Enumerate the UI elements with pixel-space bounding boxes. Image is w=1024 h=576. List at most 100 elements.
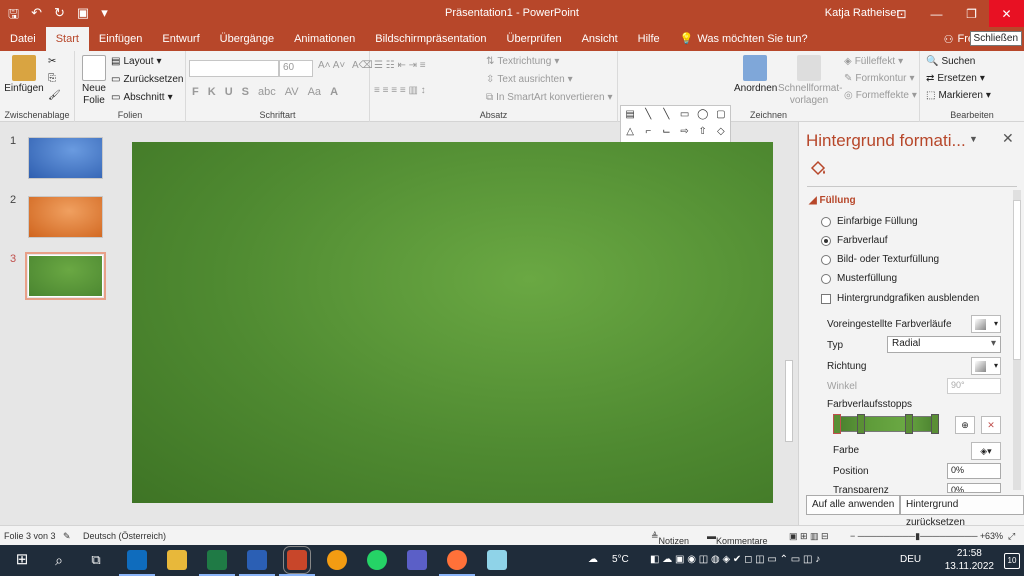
weather-temp[interactable]: 5°C xyxy=(612,554,629,565)
shadow-button[interactable]: S xyxy=(242,86,249,98)
pane-close-icon[interactable]: ✕ xyxy=(1002,130,1014,147)
textbox-shape-icon[interactable]: ▤ xyxy=(621,106,639,123)
font-size-combo[interactable]: 60 xyxy=(279,60,313,77)
tray-icons[interactable]: ◧ ☁ ▣ ◉ ◫ ◍ ◈ ✔ ◻ ◫ ▭ ⌃ ▭ ◫ ♪ xyxy=(650,554,820,565)
line-shape-icon[interactable]: ╲ xyxy=(639,106,657,123)
spellcheck-icon[interactable]: ✎ xyxy=(63,531,71,542)
input-language[interactable]: DEU xyxy=(900,554,921,565)
shape-outline-button[interactable]: ✎ Formkontur ▾ xyxy=(844,73,915,84)
tab-uebergaenge[interactable]: Übergänge xyxy=(210,27,284,51)
firefox-icon[interactable] xyxy=(439,550,475,576)
gradient-stop-handle[interactable] xyxy=(931,414,939,434)
ribbon-options-icon[interactable]: ⊡ xyxy=(884,0,919,27)
normal-view-icon[interactable]: ▣ ⊞ ▥ ⊟ xyxy=(789,531,829,542)
slide-canvas[interactable] xyxy=(132,142,773,503)
replace-button[interactable]: ⇄ Ersetzen ▾ xyxy=(926,73,985,84)
triangle-shape-icon[interactable]: △ xyxy=(621,123,639,140)
tab-einfuegen[interactable]: Einfügen xyxy=(89,27,152,51)
hide-graphics-checkbox[interactable]: Hintergrundgrafiken ausblenden xyxy=(821,293,979,304)
shape-effects-button[interactable]: ◎ Formeffekte ▾ xyxy=(844,90,917,101)
shape-icon[interactable]: ◇ xyxy=(712,123,730,140)
arrow-up-shape-icon[interactable]: ⇧ xyxy=(694,123,712,140)
search-icon[interactable]: ⌕ xyxy=(49,550,69,570)
arrange-button[interactable]: Anordnen xyxy=(734,55,777,95)
arrow-right-shape-icon[interactable]: ⇨ xyxy=(675,123,693,140)
preset-gradients-dropdown[interactable]: ▾ xyxy=(971,315,1001,333)
pane-options-icon[interactable]: ▼ xyxy=(969,134,978,144)
reset-background-button[interactable]: Hintergrund zurücksetzen xyxy=(900,495,1024,528)
notification-badge[interactable]: 10 xyxy=(1004,553,1020,569)
select-button[interactable]: ⬚ Markieren ▾ xyxy=(926,90,991,101)
underline-button[interactable]: U xyxy=(225,86,233,98)
layout-button[interactable]: ▤ Layout ▾ xyxy=(111,56,162,67)
cut-icon[interactable]: ✂ xyxy=(48,56,56,67)
tab-bildschirmpraesentation[interactable]: Bildschirmpräsentation xyxy=(365,27,496,51)
close-button[interactable]: ✕ xyxy=(989,0,1024,27)
position-spinner[interactable]: 0% xyxy=(947,463,1001,479)
radio-gradient-fill[interactable]: Farbverlauf xyxy=(821,235,888,246)
weather-icon[interactable]: ☁ xyxy=(588,554,598,565)
minimize-button[interactable]: — xyxy=(919,0,954,27)
gradient-stop-handle[interactable] xyxy=(833,414,841,434)
zoom-slider[interactable]: − ─────────▮───────── + xyxy=(850,531,985,542)
angle-spinner[interactable]: 90° xyxy=(947,378,1001,394)
tab-start[interactable]: Start xyxy=(45,27,89,51)
gradient-stop-handle[interactable] xyxy=(905,414,913,434)
tab-ansicht[interactable]: Ansicht xyxy=(572,27,628,51)
file-explorer-icon[interactable] xyxy=(167,550,187,570)
quick-styles-button[interactable]: Schnellformat-vorlagen xyxy=(778,55,842,107)
word-icon[interactable] xyxy=(239,550,275,576)
elbow-shape-icon[interactable]: ⌐ xyxy=(639,123,657,140)
reset-button[interactable]: ▭ Zurücksetzen xyxy=(111,74,183,85)
bullets-icon[interactable]: ☰ ☷ ⇤ ⇥ ≡ xyxy=(374,60,426,71)
zoom-level[interactable]: 63% xyxy=(985,531,1003,541)
clock[interactable]: 21:58 13.11.2022 xyxy=(945,547,994,573)
direction-dropdown[interactable]: ▾ xyxy=(971,357,1001,375)
scrollbar-thumb[interactable] xyxy=(785,360,793,442)
slide-thumbnail-1[interactable] xyxy=(28,137,103,179)
align-text-button[interactable]: ⇳ Text ausrichten ▾ xyxy=(486,74,573,85)
transparency-spinner[interactable]: 0% xyxy=(947,483,1001,493)
tab-entwurf[interactable]: Entwurf xyxy=(152,27,209,51)
char-spacing-button[interactable]: AV xyxy=(285,86,299,98)
bold-button[interactable]: F xyxy=(192,86,199,98)
connector-shape-icon[interactable]: ⌙ xyxy=(657,123,675,140)
change-case-button[interactable]: Aa xyxy=(308,86,321,98)
font-family-combo[interactable] xyxy=(189,60,279,77)
fill-category-icon[interactable] xyxy=(809,160,827,178)
radio-solid-fill[interactable]: Einfarbige Füllung xyxy=(821,216,918,227)
task-view-icon[interactable]: ⧉ xyxy=(86,550,106,570)
tab-hilfe[interactable]: Hilfe xyxy=(628,27,670,51)
paste-button[interactable]: Einfügen xyxy=(4,55,44,95)
teams-icon[interactable] xyxy=(407,550,427,570)
language-indicator[interactable]: Deutsch (Österreich) xyxy=(83,531,166,541)
radio-picture-fill[interactable]: Bild- oder Texturfüllung xyxy=(821,254,939,265)
gradient-stops-bar[interactable] xyxy=(835,416,939,432)
notes-app-icon[interactable] xyxy=(487,550,507,570)
slide-thumbnail-2[interactable] xyxy=(28,196,103,238)
italic-button[interactable]: K xyxy=(208,86,216,98)
excel-icon[interactable] xyxy=(199,550,235,576)
strikethrough-button[interactable]: abc xyxy=(258,86,276,98)
shape-fill-button[interactable]: ◈ Fülleffekt ▾ xyxy=(844,56,903,67)
text-direction-button[interactable]: ⇅ Textrichtung ▾ xyxy=(486,56,559,67)
remove-stop-icon[interactable]: ✕ xyxy=(981,416,1001,434)
tab-ueberpruefen[interactable]: Überprüfen xyxy=(497,27,572,51)
notes-button[interactable]: ≜ Notizen xyxy=(651,531,689,546)
new-slide-button[interactable]: Neue Folie xyxy=(79,55,109,107)
comments-button[interactable]: ▬ Kommentare xyxy=(707,531,768,546)
pane-scrollbar[interactable] xyxy=(1013,190,1021,490)
find-button[interactable]: 🔍 Suchen xyxy=(926,56,975,67)
whatsapp-icon[interactable] xyxy=(367,550,387,570)
apply-to-all-button[interactable]: Auf alle anwenden xyxy=(806,495,901,515)
tab-datei[interactable]: Datei xyxy=(0,27,46,51)
outlook-icon[interactable] xyxy=(119,550,155,576)
radio-pattern-fill[interactable]: Musterfüllung xyxy=(821,273,897,284)
copy-icon[interactable]: ⎘ xyxy=(48,73,56,84)
font-color-icon[interactable]: A xyxy=(330,86,338,98)
grow-font-icon[interactable]: A˄ A˅ xyxy=(318,60,345,71)
line-shape-icon[interactable]: ╲ xyxy=(657,106,675,123)
tell-me-search[interactable]: 💡 Was möchten Sie tun? xyxy=(670,27,818,51)
rounded-rect-shape-icon[interactable]: ▢ xyxy=(712,106,730,123)
oval-shape-icon[interactable]: ◯ xyxy=(694,106,712,123)
